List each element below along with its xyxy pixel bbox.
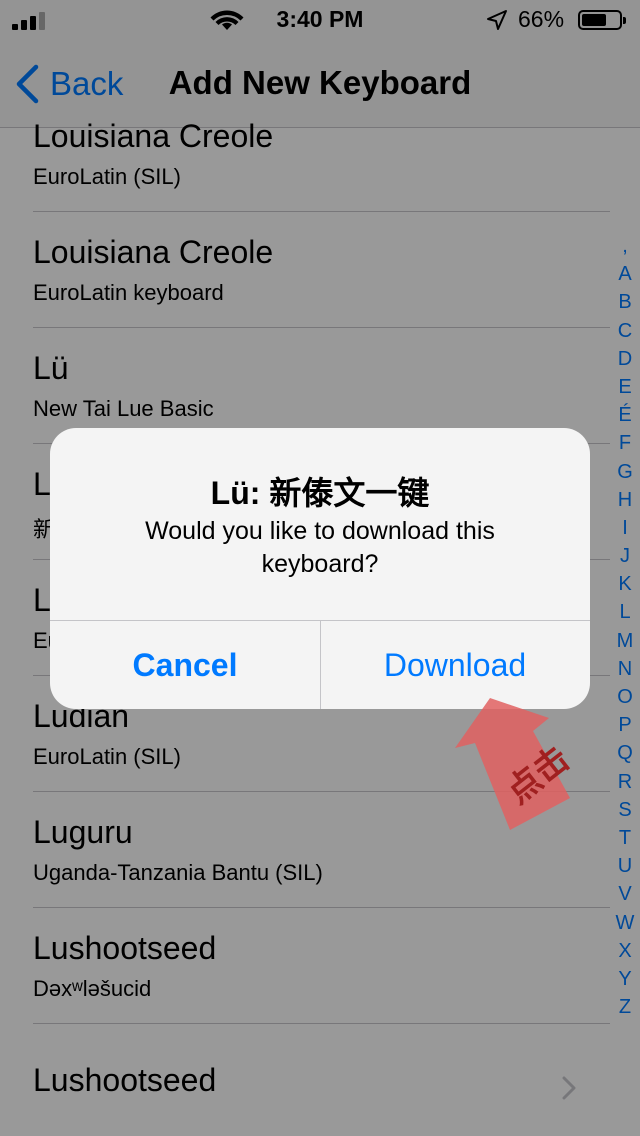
download-keyboard-alert: Lü: 新傣文一键 Would you like to download thi… bbox=[50, 428, 590, 709]
download-button[interactable]: Download bbox=[320, 621, 590, 709]
cancel-button[interactable]: Cancel bbox=[50, 621, 320, 709]
alert-title: Lü: 新傣文一键 bbox=[210, 475, 430, 511]
tap-hint-annotation: 点击 bbox=[455, 698, 585, 830]
alert-message: Would you like to download this keyboard… bbox=[145, 517, 495, 578]
